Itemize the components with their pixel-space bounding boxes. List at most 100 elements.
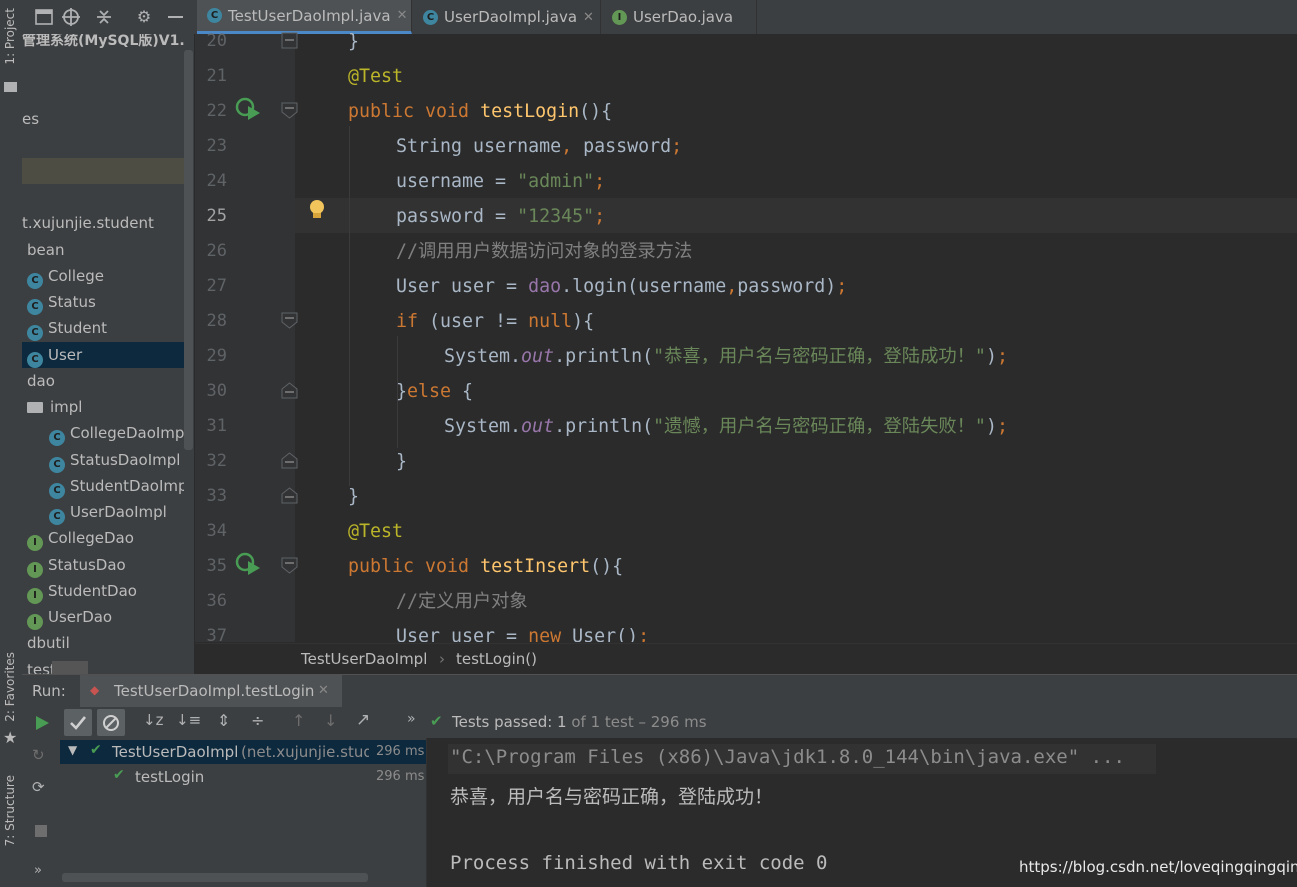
tree-class-status[interactable]: C Status [27,289,96,315]
tree-folder-dbutil[interactable]: dbutil [27,630,70,656]
interface-icon: I [27,562,43,578]
tree-interface-collegedao[interactable]: I CollegeDao [27,525,134,551]
fold-marker[interactable] [281,557,298,574]
structure-tool-button[interactable]: 7: Structure [3,775,17,846]
line-number: 31 [206,416,227,436]
class-icon: C [27,273,43,289]
horizontal-scrollbar[interactable] [62,873,368,882]
tree-class-user[interactable]: C User [27,342,82,368]
line-number: 35 [206,556,227,576]
code-line: User user = dao.login(username,password)… [396,276,848,297]
tree-folder-dao[interactable]: dao [27,368,55,394]
test-suite-package: (net.xujunjie.stude [241,743,369,761]
more-icon[interactable]: » [407,711,416,727]
tab-testuserdaoimpl[interactable]: C TestUserDaoImpl.java ✕ [197,0,412,34]
expand-all-icon[interactable]: ⇕ [217,711,230,730]
line-number: 28 [206,311,227,331]
interface-icon: I [27,535,43,551]
locate-icon[interactable] [62,8,80,26]
collapse-all-icon[interactable]: ÷ [251,711,264,730]
previous-test-icon[interactable]: ↑ [292,711,305,730]
chevron-down-icon[interactable]: ▼ [68,743,77,757]
indent-guide [349,126,350,486]
tree-item[interactable]: es [22,106,39,132]
toggle-auto-test-icon[interactable]: ⟳ [32,778,45,796]
export-icon[interactable]: ↗ [356,710,370,730]
tree-class-college[interactable]: C College [27,263,104,289]
test-suite-name[interactable]: TestUserDaoImpl [112,743,238,761]
close-icon[interactable]: ✕ [397,8,408,23]
show-ignored-toggle[interactable] [97,709,125,736]
tab-userdao[interactable]: I UserDao.java [602,0,757,34]
fold-marker[interactable] [281,102,298,119]
line-number: 26 [206,241,227,261]
collapse-all-icon[interactable] [95,8,113,26]
line-number: 25 [206,206,227,226]
interface-icon: I [612,9,627,25]
breadcrumb-class[interactable]: TestUserDaoImpl [301,650,427,668]
tree-interface-statusdao[interactable]: I StatusDao [27,552,126,578]
line-number: 20 [206,31,227,51]
run-label: Run: [32,682,66,700]
tree-scrollbar-thumb[interactable] [184,50,193,450]
tree-class-statusdaoimpl[interactable]: C StatusDaoImpl [49,447,180,473]
more-icon[interactable]: » [34,863,42,878]
scroll-tooltip [52,661,88,674]
test-results-tree: ▼ ✔ TestUserDaoImpl (net.xujunjie.stude … [60,738,427,887]
console-line: 恭喜，用户名与密码正确，登陆成功！ [450,786,774,808]
rerun-icon[interactable] [34,715,50,731]
next-test-icon[interactable]: ↓ [324,711,337,730]
class-icon: C [27,325,43,341]
project-tree: 管理系统(MySQL版)V1.0 es t.xujunjie.student b… [22,34,194,674]
fold-marker[interactable] [281,382,298,399]
lightbulb-icon[interactable] [307,199,327,221]
fold-marker[interactable] [281,32,298,49]
run-config-tab[interactable]: ◆ TestUserDaoImpl.testLogin ✕ [80,675,342,708]
tree-folder-impl[interactable]: impl [27,394,82,420]
hide-icon[interactable] [168,16,183,18]
check-icon [70,716,86,730]
fold-marker[interactable] [281,312,298,329]
tree-class-student[interactable]: C Student [27,315,107,341]
window-icon[interactable] [35,9,53,25]
class-icon: C [49,509,65,525]
code-line: String username, password; [396,136,683,157]
close-icon[interactable]: ✕ [318,683,329,698]
favorites-tool-button[interactable]: 2: Favorites [3,652,17,722]
code-line: User user = new User(); [396,626,650,642]
gear-icon[interactable]: ⚙ [135,8,153,26]
line-number: 32 [206,451,227,471]
sort-duration-icon[interactable]: ↓≡ [176,711,201,729]
fold-marker[interactable] [281,487,298,504]
fold-marker[interactable] [281,452,298,469]
code-line: @Test [348,521,404,542]
tree-package[interactable]: t.xujunjie.student [22,210,154,236]
class-icon: C [207,8,222,23]
project-tool-button[interactable]: 1: Project [3,8,17,65]
code-line: } [348,486,360,507]
code-line: }else { [396,381,474,402]
tree-class-studentdaoimpl[interactable]: C StudentDaoImpl [49,473,192,499]
tree-class-userdaoimpl[interactable]: C UserDaoImpl [49,499,167,525]
test-name[interactable]: testLogin [135,768,204,786]
code-line: if (user != null){ [396,311,595,332]
class-icon: C [49,457,65,473]
rerun-failed-icon[interactable]: ↻ [32,746,45,764]
tab-userdaoimpl[interactable]: C UserDaoImpl.java ✕ [413,0,601,34]
breadcrumb-method[interactable]: testLogin() [456,650,537,668]
tree-interface-studentdao[interactable]: I StudentDao [27,578,137,604]
sort-alpha-icon[interactable]: ↓z [143,711,163,729]
run-test-icon[interactable] [234,96,262,122]
show-passed-toggle[interactable] [64,709,92,736]
run-test-icon[interactable] [234,551,262,577]
tree-class-collegedaoimpl[interactable]: C CollegeDaoImpl [49,420,189,446]
code-line: password = "12345"; [396,206,606,227]
tree-root[interactable]: 管理系统(MySQL版)V1.0 [22,34,194,54]
stop-icon[interactable] [35,825,47,837]
tree-folder-bean[interactable]: bean [27,237,64,263]
tree-interface-userdao[interactable]: I UserDao [27,604,112,630]
star-icon[interactable]: ★ [3,728,17,747]
tab-label: TestUserDaoImpl.java [228,6,391,25]
line-number: 24 [206,171,227,191]
close-icon[interactable]: ✕ [583,10,594,25]
